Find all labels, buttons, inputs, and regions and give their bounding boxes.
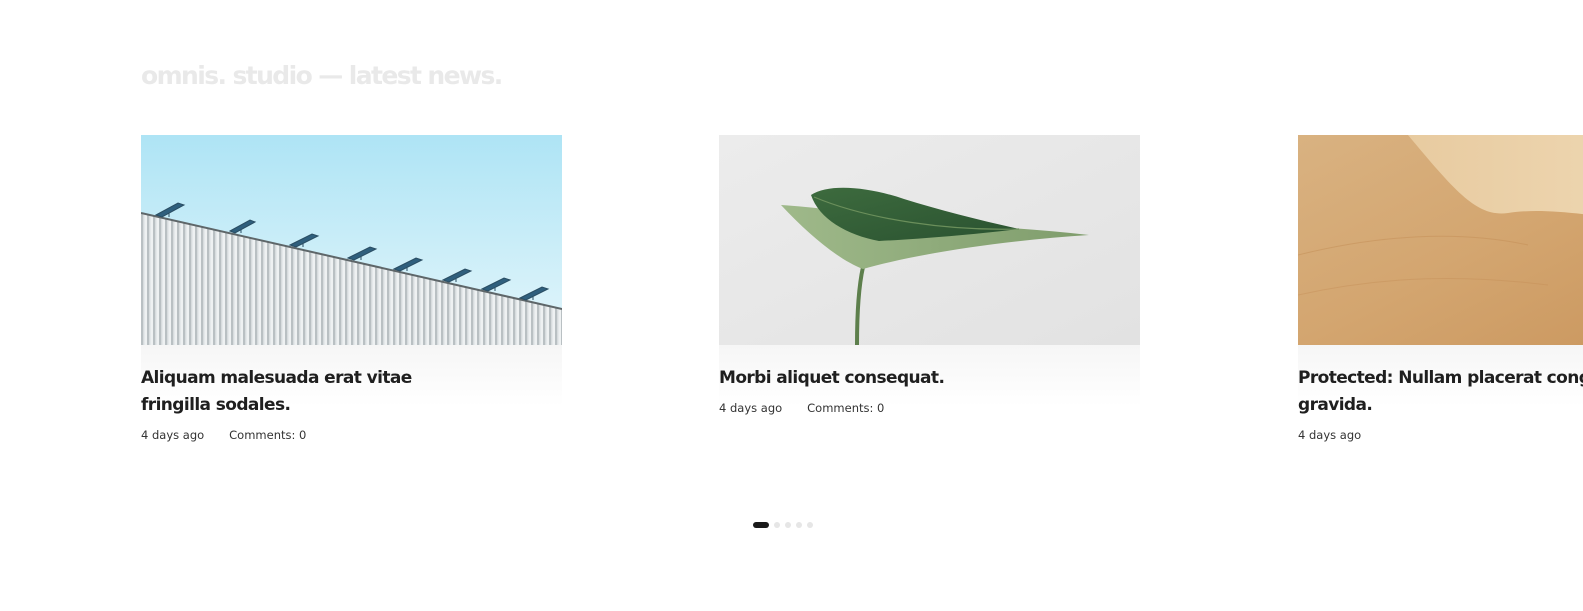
card-meta: 4 days ago	[1298, 427, 1583, 443]
card-image-link[interactable]	[719, 135, 1140, 345]
card-body: Morbi aliquet consequat. 4 days ago Comm…	[719, 345, 1140, 416]
card-meta: 4 days ago Comments: 0	[719, 400, 1140, 416]
pagination-dot-active[interactable]	[753, 522, 769, 528]
news-carousel[interactable]: Aliquam malesuada erat vitae fringilla s…	[0, 0, 1583, 611]
pagination-dot[interactable]	[796, 522, 802, 528]
post-comments-count[interactable]: Comments: 0	[807, 400, 884, 416]
card-meta: 4 days ago Comments: 0	[141, 427, 562, 443]
news-card: Aliquam malesuada erat vitae fringilla s…	[141, 135, 562, 443]
card-body: Protected: Nullam placerat cong gravida.…	[1298, 345, 1583, 443]
news-card: Morbi aliquet consequat. 4 days ago Comm…	[719, 135, 1140, 416]
green-leaf-image	[719, 135, 1140, 345]
card-title[interactable]: Morbi aliquet consequat.	[719, 365, 1140, 392]
card-title[interactable]: Aliquam malesuada erat vitae fringilla s…	[141, 365, 441, 419]
pagination-dot[interactable]	[807, 522, 813, 528]
pagination-dot[interactable]	[774, 522, 780, 528]
news-card: Protected: Nullam placerat cong gravida.…	[1298, 135, 1583, 443]
card-image-link[interactable]	[141, 135, 562, 345]
solar-panels-roof-image	[141, 135, 562, 345]
post-comments-count[interactable]: Comments: 0	[229, 427, 306, 443]
pagination-dot[interactable]	[785, 522, 791, 528]
post-date: 4 days ago	[1298, 428, 1362, 442]
sand-dune-image	[1298, 135, 1583, 345]
post-date: 4 days ago	[141, 428, 205, 442]
post-date: 4 days ago	[719, 401, 783, 415]
card-title[interactable]: Protected: Nullam placerat cong gravida.	[1298, 365, 1583, 419]
card-image-link[interactable]	[1298, 135, 1583, 345]
carousel-pagination	[753, 522, 813, 528]
card-body: Aliquam malesuada erat vitae fringilla s…	[141, 345, 562, 443]
